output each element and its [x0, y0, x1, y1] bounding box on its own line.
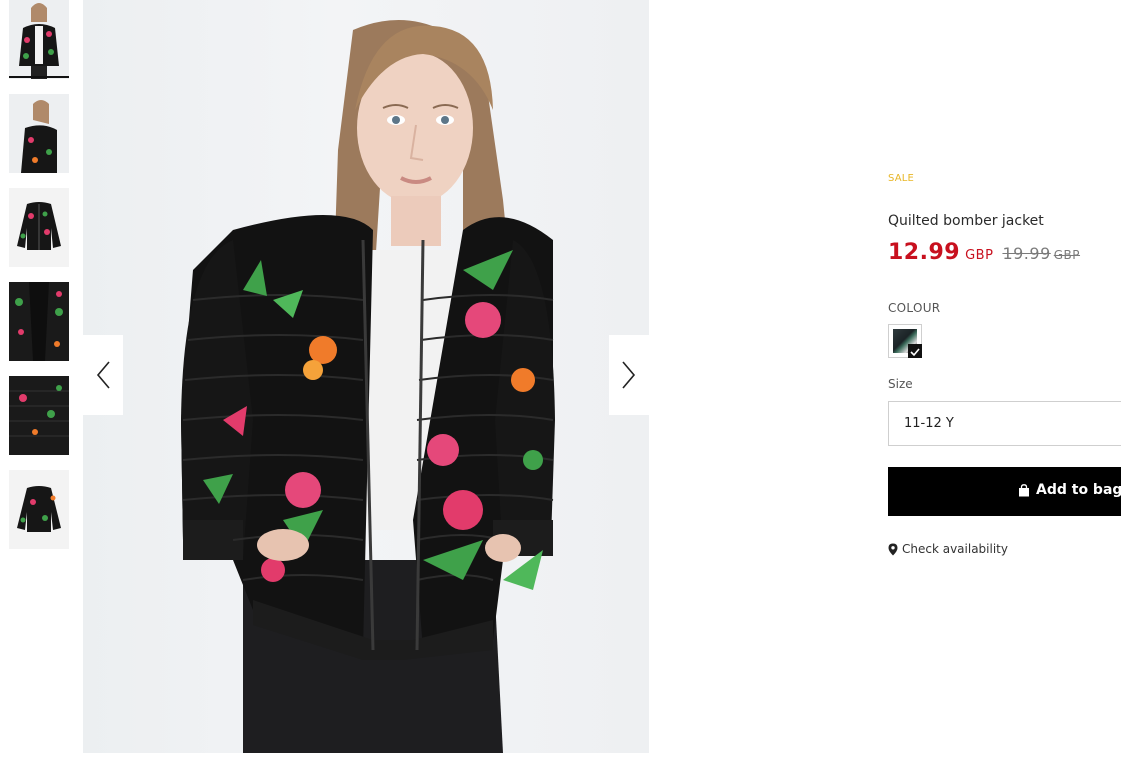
product-title: Quilted bomber jacket — [888, 213, 1044, 229]
thumbnail-2[interactable] — [9, 94, 69, 173]
sale-price: 12.99 — [888, 240, 961, 265]
original-price: 19.99 — [1002, 244, 1051, 263]
thumbnail-4[interactable] — [9, 282, 69, 361]
thumbnail-active-indicator — [9, 76, 69, 78]
sale-price-currency: GBP — [965, 248, 994, 263]
thumbnail-6[interactable] — [9, 470, 69, 549]
sale-badge: SALE — [888, 173, 915, 184]
thumbnail-1[interactable] — [9, 0, 69, 79]
size-label: Size — [888, 377, 913, 391]
chevron-left-icon — [96, 361, 110, 389]
check-availability-link[interactable]: Check availability — [888, 542, 1008, 556]
location-pin-icon — [888, 543, 898, 555]
thumbnail-image — [9, 0, 69, 79]
size-select-value: 11-12 Y — [904, 416, 954, 431]
price-row: 12.99 GBP 19.99 GBP — [888, 240, 1080, 265]
main-product-image — [83, 0, 649, 753]
colour-label: COLOUR — [888, 301, 941, 315]
add-to-bag-button[interactable]: Add to bag — [888, 467, 1121, 516]
product-info-panel: SALE Quilted bomber jacket 12.99 GBP 19.99… — [888, 0, 1121, 759]
size-select[interactable]: 11-12 Y — [888, 401, 1121, 446]
thumbnail-5[interactable] — [9, 376, 69, 455]
add-to-bag-label: Add to bag — [1036, 482, 1121, 498]
thumbnail-image — [9, 376, 69, 455]
chevron-right-icon — [622, 361, 636, 389]
checkmark-icon — [908, 344, 922, 358]
colour-swatch-selected[interactable] — [888, 324, 922, 358]
original-price-currency: GBP — [1053, 248, 1081, 262]
thumbnail-image — [9, 188, 69, 267]
check-availability-label: Check availability — [902, 542, 1008, 556]
thumbnail-image — [9, 94, 69, 173]
product-photo — [181, 20, 555, 753]
thumbnail-3[interactable] — [9, 188, 69, 267]
next-image-button[interactable] — [609, 335, 649, 415]
prev-image-button[interactable] — [83, 335, 123, 415]
thumbnail-image — [9, 282, 69, 361]
thumbnail-image — [9, 470, 69, 549]
shopping-bag-icon — [1019, 483, 1029, 496]
